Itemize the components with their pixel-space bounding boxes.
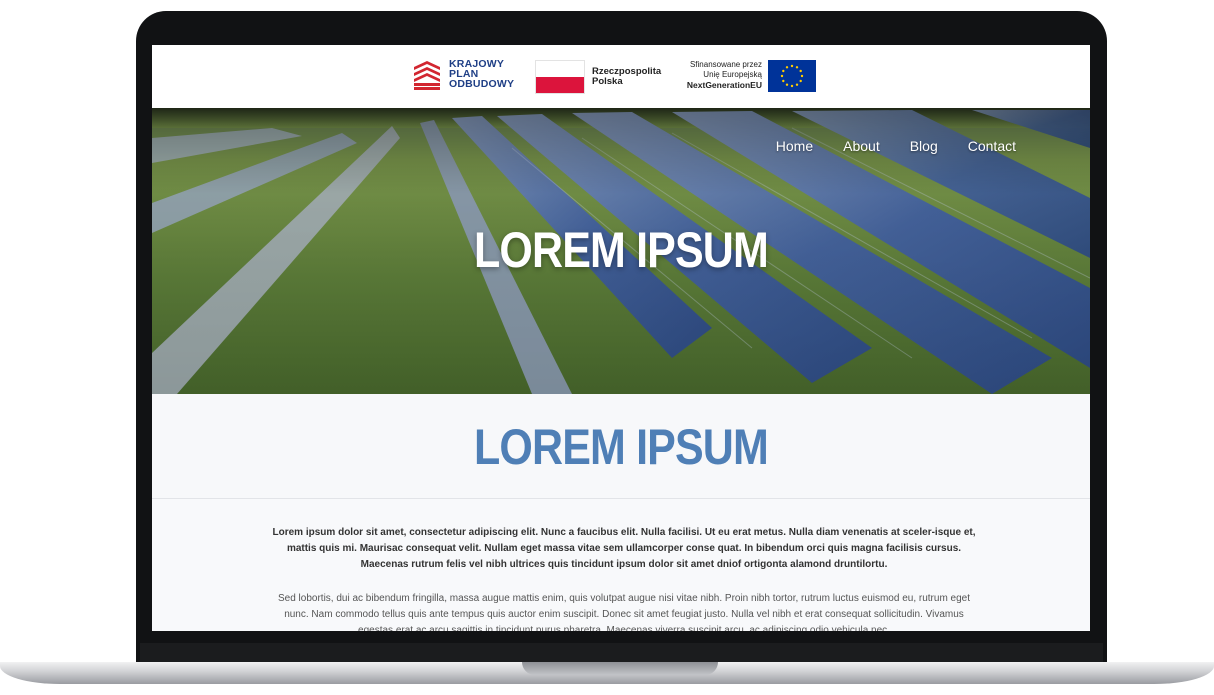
eu-line: Sfinansowane przez	[689, 60, 762, 69]
main-navigation: Home About Blog Contact	[776, 138, 1016, 154]
body-paragraph: Sed lobortis, dui ac bibendum fringilla,…	[277, 593, 971, 631]
website-screen: KRAJOWY PLAN ODBUDOWY Rzeczpospolita Pol…	[152, 45, 1090, 631]
eu-flag-icon	[768, 60, 816, 92]
poland-flag-icon	[535, 60, 585, 94]
section-title: LOREM IPSUM	[474, 419, 769, 475]
kpo-logo-text: KRAJOWY PLAN ODBUDOWY	[449, 59, 515, 90]
eu-funding-text: Sfinansowane przez Unię Europejską NextG…	[672, 60, 762, 90]
section-heading-block: LOREM IPSUM	[152, 394, 1090, 499]
laptop-notch	[522, 662, 718, 675]
eu-line: NextGenerationEU	[686, 80, 762, 90]
kpo-line: ODBUDOWY	[449, 78, 515, 90]
eu-line: Unię Europejską	[703, 70, 762, 79]
nav-contact-link[interactable]: Contact	[968, 138, 1016, 154]
nav-blog-link[interactable]: Blog	[910, 138, 938, 154]
funding-logos-bar: KRAJOWY PLAN ODBUDOWY Rzeczpospolita Pol…	[152, 45, 1090, 108]
poland-logo-text: Rzeczpospolita Polska	[592, 67, 661, 87]
nav-home-link[interactable]: Home	[776, 138, 813, 154]
kpo-logo-icon	[414, 61, 440, 90]
hero-title: LOREM IPSUM	[474, 222, 769, 278]
intro-paragraph: Lorem ipsum dolor sit amet, consectetur …	[272, 527, 976, 570]
laptop-chin	[140, 643, 1103, 663]
content-section: Lorem ipsum dolor sit amet, consectetur …	[152, 499, 1090, 631]
hero-banner: Home About Blog Contact LOREM IPSUM	[152, 108, 1090, 394]
nav-about-link[interactable]: About	[843, 138, 880, 154]
poland-line: Polska	[592, 76, 623, 87]
